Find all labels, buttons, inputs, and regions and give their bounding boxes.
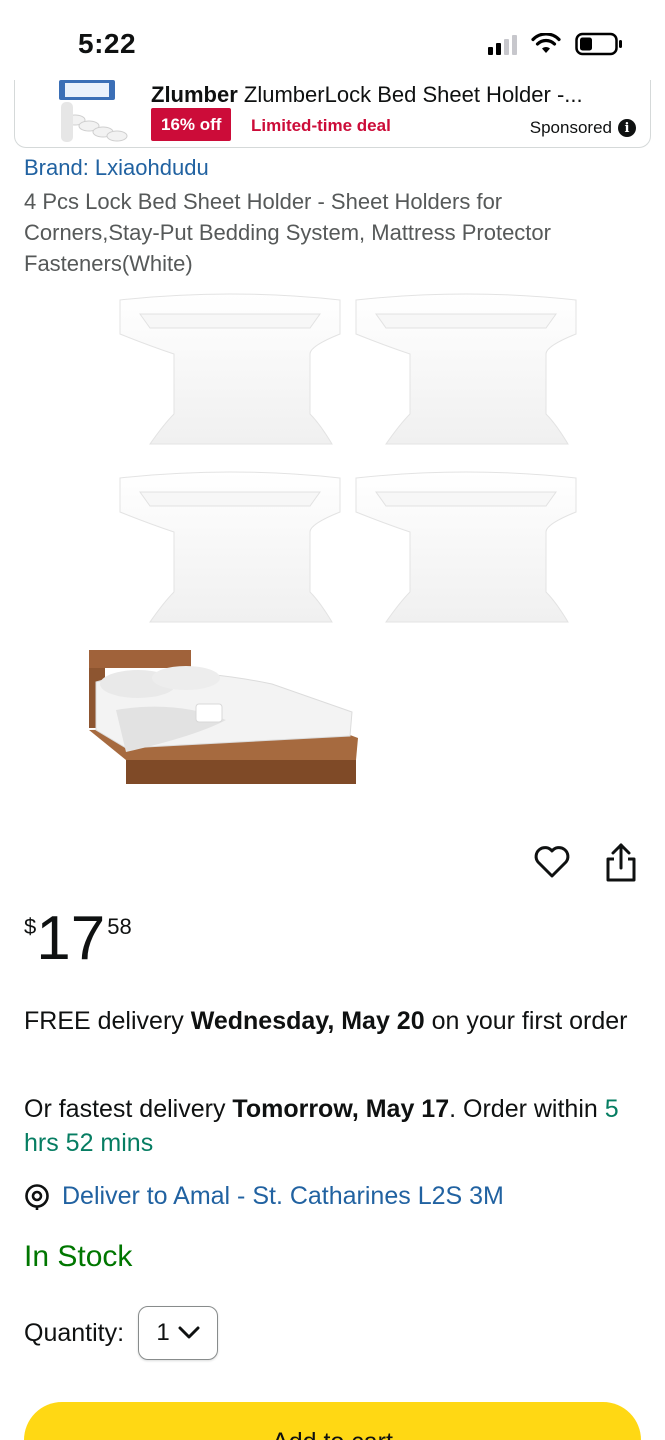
info-icon[interactable]: i [618,119,636,137]
cellular-signal-icon [488,33,517,55]
ad-title-text: ZlumberLock Bed Sheet Holder -... [243,82,583,107]
product-title: 4 Pcs Lock Bed Sheet Holder - Sheet Hold… [24,189,551,276]
share-icon[interactable] [602,842,640,884]
location-pin-icon [25,1183,49,1210]
quantity-select[interactable]: 1 [138,1306,219,1360]
price-currency: $ [24,914,37,939]
free-delivery-date: Wednesday, May 20 [190,1007,425,1035]
quantity-row: Quantity: 1 [24,1306,219,1360]
wifi-icon [531,33,561,53]
product-image[interactable] [86,290,582,790]
fastest-delivery-prefix: Or fastest delivery [24,1095,233,1123]
sponsored-label[interactable]: Sponsored i [530,118,636,138]
sponsored-ad-banner[interactable]: Zlumber ZlumberLock Bed Sheet Holder -..… [14,80,651,148]
free-delivery-suffix: on your first order [424,1007,628,1035]
status-bar: 5:22 [0,0,665,80]
fastest-delivery-date: Tomorrow, May 17 [232,1095,450,1123]
status-time: 5:22 [78,28,137,59]
stock-status: In Stock [24,1240,133,1273]
free-delivery-info: FREE delivery Wednesday, May 20 on your … [24,1004,634,1038]
add-to-cart-button[interactable]: Add to cart [24,1402,641,1440]
quantity-value: 1 [156,1319,170,1346]
price-fraction: 58 [107,914,132,939]
wishlist-heart-icon[interactable] [532,842,572,882]
fastest-delivery-mid: . Order within [449,1095,605,1123]
free-delivery-prefix: FREE delivery [24,1007,191,1035]
ad-brand: Zlumber [151,82,238,107]
bed-illustration [89,650,358,784]
fastest-delivery-info: Or fastest delivery Tomorrow, May 17. Or… [24,1092,634,1160]
quantity-label: Quantity: [24,1318,125,1347]
add-to-cart-label: Add to cart [272,1428,393,1440]
deliver-to-text: Deliver to Amal - St. Catharines L2S 3M [62,1182,504,1210]
chevron-down-icon [178,1326,200,1339]
sheet-holder-clip [355,471,577,623]
sheet-holder-clip [119,293,341,445]
sheet-holder-clip [119,471,341,623]
limited-time-deal-label: Limited-time deal [251,116,391,135]
discount-badge: 16% off [151,108,232,141]
price-whole: 17 [36,904,106,973]
ad-title[interactable]: Zlumber ZlumberLock Bed Sheet Holder -..… [151,82,583,108]
sponsored-text: Sponsored [529,118,612,137]
status-icons [488,32,623,56]
brand-link[interactable]: Brand: Lxiaohdudu [24,155,209,181]
deliver-to-link[interactable]: Deliver to Amal - St. Catharines L2S 3M [24,1182,504,1211]
sheet-holder-clip [355,293,577,445]
ad-product-thumbnail[interactable] [41,80,141,144]
price: $ 17 58 [24,908,132,970]
battery-icon [575,32,622,56]
